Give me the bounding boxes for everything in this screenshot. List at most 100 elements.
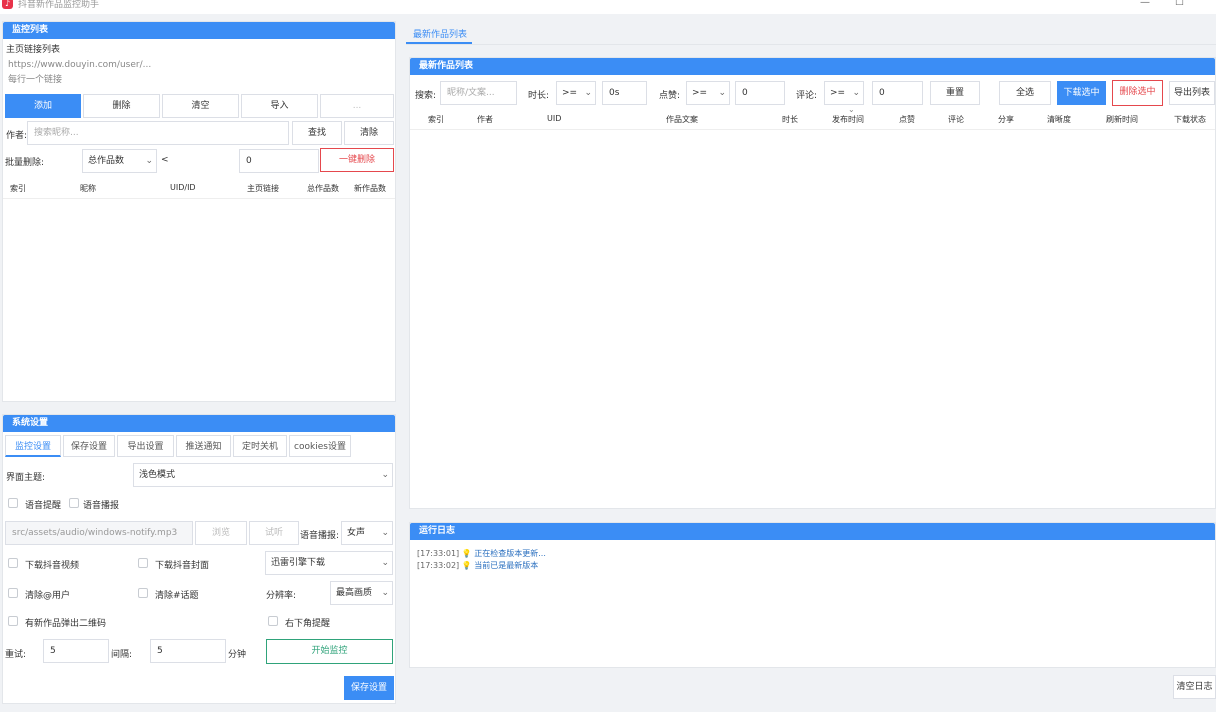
find-button[interactable]: 查找 (292, 121, 342, 145)
batch-value-input[interactable]: 0 (239, 149, 319, 173)
batch-operator: < (161, 155, 169, 165)
retry-label: 重试: (5, 650, 27, 660)
works-search-input[interactable]: 昵称/文案... (440, 81, 517, 105)
clear-button[interactable]: 清空 (162, 94, 239, 118)
interval-input[interactable]: 5 (150, 639, 226, 663)
lightbulb-icon: 💡 (461, 549, 472, 558)
minimize-button[interactable]: — (1140, 0, 1150, 8)
delete-button[interactable]: 删除 (83, 94, 160, 118)
author-label: 作者: (6, 131, 28, 141)
col-quality: 清晰度 (1047, 115, 1071, 124)
theme-label: 界面主题: (6, 473, 46, 483)
resolution-select[interactable]: 最高画质 ⌄ (330, 581, 393, 605)
col-comments: 评论 (948, 115, 964, 124)
tab-latest-works[interactable]: 最新作品列表 (406, 20, 472, 44)
monitor-panel: 监控列表 主页链接列表 https://www.douyin.com/user/… (2, 21, 396, 402)
comments-input[interactable]: 0 (872, 81, 923, 105)
col-author: 作者 (477, 115, 493, 124)
minute-unit: 分钟 (228, 650, 247, 660)
download-video-checkbox[interactable] (8, 558, 18, 568)
tab-latest-works-label: 最新作品列表 (413, 30, 468, 40)
monitor-header: 监控列表 (3, 22, 395, 39)
reset-button[interactable]: 重置 (930, 81, 980, 105)
extra-button[interactable]: ... (320, 94, 394, 118)
import-button[interactable]: 导入 (241, 94, 318, 118)
start-monitor-button[interactable]: 开始监控 (266, 639, 393, 664)
batch-delete-label: 批量删除: (5, 158, 45, 168)
tab-export-settings[interactable]: 导出设置 (117, 435, 174, 457)
browse-button[interactable]: 浏览 (195, 521, 247, 545)
duration-op-select[interactable]: >= ⌄ (556, 81, 596, 105)
clean-at-checkbox[interactable] (8, 588, 18, 598)
tab-cookies-settings[interactable]: cookies设置 (289, 435, 351, 457)
comments-op-select[interactable]: >= ⌄ (824, 81, 864, 105)
col-duration: 时长 (782, 115, 798, 124)
log-text: 当前已是最新版本 (474, 561, 539, 570)
voice-type-value: 女声 (347, 528, 366, 538)
author-clear-button[interactable]: 清除 (344, 121, 394, 145)
corner-notify-label: 右下角提醒 (285, 619, 331, 629)
select-all-button[interactable]: 全选 (999, 81, 1051, 105)
audio-path-input[interactable]: src/assets/audio/windows-notify.mp3 (5, 521, 193, 545)
clear-log-button[interactable]: 清空日志 (1173, 675, 1216, 699)
chevron-down-icon: ⌄ (381, 470, 389, 480)
window-title: 抖音新作品监控助手 (18, 0, 100, 10)
voice-broadcast-checkbox[interactable] (69, 498, 79, 508)
add-button[interactable]: 添加 (5, 94, 81, 118)
theme-value: 浅色模式 (139, 470, 176, 480)
one-click-delete-button[interactable]: 一键删除 (320, 148, 394, 172)
tab-scheduled-shutdown[interactable]: 定时关机 (233, 435, 287, 457)
delete-selected-button[interactable]: 删除选中 (1112, 80, 1163, 106)
resolution-label: 分辨率: (266, 591, 297, 601)
download-cover-checkbox[interactable] (138, 558, 148, 568)
chevron-down-icon: ⌄ (718, 88, 726, 98)
lightbulb-icon: 💡 (461, 561, 472, 570)
tab-divider (406, 44, 1216, 45)
voice-alert-checkbox[interactable] (8, 498, 18, 508)
tab-monitor-settings[interactable]: 监控设置 (5, 435, 61, 457)
test-audio-button[interactable]: 试听 (249, 521, 299, 545)
log-entry: [17:33:02] 💡 当前已是最新版本 (417, 560, 538, 571)
maximize-button[interactable]: ☐ (1175, 0, 1184, 8)
works-header: 最新作品列表 (410, 58, 1215, 75)
col-total-works: 总作品数 (307, 184, 339, 193)
search-label: 搜索: (415, 91, 437, 101)
download-selected-button[interactable]: 下载选中 (1057, 81, 1106, 105)
settings-header: 系统设置 (3, 415, 395, 432)
log-header: 运行日志 (410, 523, 1215, 540)
tab-save-settings[interactable]: 保存设置 (63, 435, 115, 457)
home-link-textarea[interactable]: https://www.douyin.com/user/... 每行一个链接 (5, 55, 394, 91)
col-caption: 作品文案 (666, 115, 698, 124)
comments-op-value: >= (830, 88, 846, 98)
chevron-down-icon: ⌄ (381, 528, 389, 538)
likes-input[interactable]: 0 (735, 81, 785, 105)
voice-alert-label: 语音提醒 (25, 501, 62, 511)
resolution-value: 最高画质 (336, 588, 373, 598)
clean-topic-checkbox[interactable] (138, 588, 148, 598)
chevron-down-icon: ⌄ (145, 156, 153, 166)
textarea-placeholder-1: https://www.douyin.com/user/... (8, 60, 152, 70)
retry-input[interactable]: 5 (43, 639, 109, 663)
title-bar: ♪ 抖音新作品监控助手 — ☐ (0, 0, 1216, 14)
voice-type-select[interactable]: 女声 ⌄ (341, 521, 393, 545)
batch-field-select[interactable]: 总作品数 ⌄ (82, 149, 157, 173)
col-publish-time[interactable]: 发布时间 (832, 114, 864, 125)
corner-notify-checkbox[interactable] (268, 616, 278, 626)
col-index: 索引 (10, 184, 26, 193)
qr-popup-checkbox[interactable] (8, 616, 18, 626)
likes-op-select[interactable]: >= ⌄ (686, 81, 730, 105)
likes-op-value: >= (692, 88, 708, 98)
clean-at-label: 清除@用户 (25, 591, 71, 601)
duration-input[interactable]: 0s (602, 81, 647, 105)
export-list-button[interactable]: 导出列表 (1169, 81, 1215, 105)
qr-popup-label: 有新作品弹出二维码 (25, 619, 107, 629)
tab-push-notify[interactable]: 推送通知 (176, 435, 231, 457)
col-refresh-time: 刷新时间 (1106, 115, 1138, 124)
theme-select[interactable]: 浅色模式 ⌄ (133, 463, 393, 487)
downloader-select[interactable]: 迅雷引擎下载 ⌄ (265, 551, 393, 575)
author-search-input[interactable]: 搜索昵称... (27, 121, 289, 145)
monitor-table-header: 索引 昵称 UID/ID 主页链接 总作品数 新作品数 (3, 177, 395, 199)
save-settings-button[interactable]: 保存设置 (344, 676, 394, 700)
log-time: [17:33:02] (417, 561, 460, 570)
chevron-down-icon: ⌄ (852, 88, 860, 98)
